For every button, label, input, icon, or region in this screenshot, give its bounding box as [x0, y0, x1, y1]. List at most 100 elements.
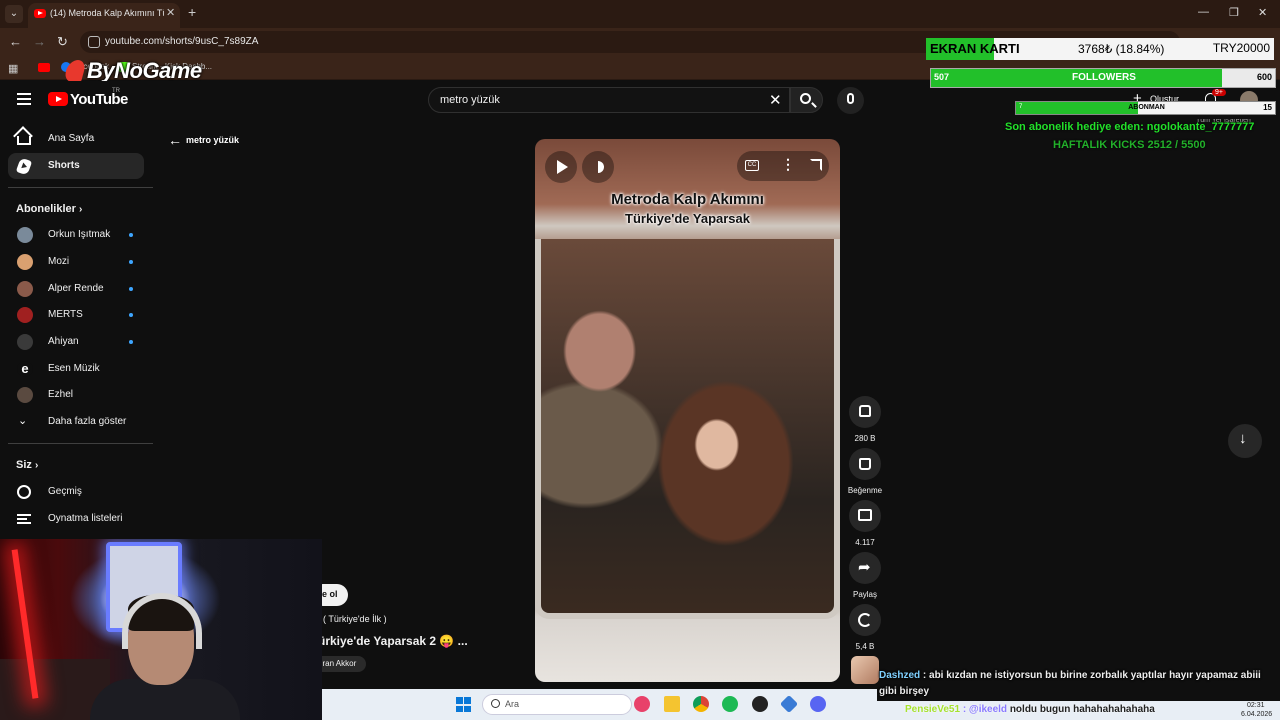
comments-button[interactable]	[849, 500, 881, 532]
sidebar-item-subscription[interactable]: Ezhel	[8, 382, 144, 408]
new-content-dot	[129, 260, 133, 264]
sidebar-item-label: Geçmiş	[48, 486, 82, 497]
sidebar-item-shorts[interactable]: Shorts	[8, 153, 144, 179]
search-icon	[491, 699, 500, 708]
sidebar-item-subscription[interactable]: Ahiyan	[8, 329, 144, 355]
taskbar-search-input[interactable]: Ara	[482, 694, 632, 715]
back-icon[interactable]: ←	[9, 34, 22, 49]
microphone-icon	[847, 93, 854, 104]
new-content-dot	[129, 313, 133, 317]
reload-icon[interactable]: ↻	[57, 34, 68, 50]
like-count: 280 B	[854, 434, 876, 443]
obs-icon[interactable]	[752, 696, 768, 712]
menu-icon[interactable]	[17, 93, 31, 105]
sidebar-item-label: Oynatma listeleri	[48, 513, 123, 524]
remix-icon	[858, 613, 872, 627]
subs-goal-target: 15	[1263, 103, 1272, 112]
browser-tab[interactable]: (14) Metroda Kalp Akımını Türk ✕	[28, 3, 180, 28]
sidebar-item-label: Orkun Işıtmak	[48, 229, 111, 240]
share-label: Paylaş	[852, 590, 877, 599]
search-button[interactable]	[790, 87, 823, 113]
windows-start-icon[interactable]	[456, 697, 471, 712]
fullscreen-icon[interactable]	[810, 159, 822, 171]
discord-icon[interactable]	[810, 696, 826, 712]
play-button[interactable]	[545, 151, 577, 183]
captions-icon[interactable]: CC	[745, 160, 759, 171]
sidebar-item-subscription[interactable]: Orkun Işıtmak	[8, 222, 144, 248]
donation-goal-value: 3768₺ (18.84%)	[1078, 42, 1165, 56]
sidebar-item-subscription[interactable]: e Esen Müzik	[8, 356, 144, 382]
chevron-down-icon: ⌄	[18, 415, 28, 427]
sidebar-item-subscription[interactable]: MERTS	[8, 302, 144, 328]
sidebar-item-label: Alper Rende	[48, 283, 104, 294]
sidebar-item-home[interactable]: Ana Sayfa	[8, 126, 144, 152]
chevron-right-icon: ›	[34, 460, 39, 471]
share-button[interactable]: ➦	[849, 552, 881, 584]
search-icon	[800, 93, 811, 104]
maximize-icon[interactable]: ❐	[1229, 6, 1239, 19]
next-video-button[interactable]: ↓	[1228, 424, 1262, 458]
close-tab-icon[interactable]: ✕	[166, 6, 175, 19]
voice-search-button[interactable]	[837, 87, 864, 114]
new-tab-icon[interactable]: +	[188, 4, 196, 20]
minimize-icon[interactable]: —	[1198, 6, 1209, 18]
playlist-icon	[17, 514, 31, 524]
sidebar-item-subscription[interactable]: Alper Rende	[8, 276, 144, 302]
channel-name-label: uran Akkor	[318, 659, 357, 668]
channel-avatar	[17, 281, 33, 297]
dislike-label: Beğenme	[847, 486, 883, 495]
dislike-button[interactable]	[849, 448, 881, 480]
browser-tab-bar: ⌄ (14) Metroda Kalp Akımını Türk ✕ + — ❐…	[0, 0, 1280, 28]
spotify-icon[interactable]	[722, 696, 738, 712]
subscriptions-heading[interactable]: Abonelikler ›	[16, 203, 82, 215]
arrow-left-icon: ←	[168, 132, 182, 148]
video-title[interactable]: ürkiye'de Yaparsak 2 😛 ...	[318, 634, 468, 648]
youtube-logo-icon[interactable]	[48, 92, 68, 106]
channel-avatar	[17, 307, 33, 323]
sidebar: Ana Sayfa Shorts Abonelikler › Orkun Işı…	[0, 119, 160, 539]
media-player-icon[interactable]	[634, 696, 650, 712]
sidebar-divider	[8, 187, 153, 188]
sidebar-divider	[8, 443, 153, 444]
clock-date: 6.04.2026	[1241, 711, 1273, 718]
forward-icon[interactable]: →	[33, 34, 46, 49]
chrome-icon[interactable]	[693, 696, 709, 712]
sidebar-item-subscription[interactable]: Mozi	[8, 249, 144, 275]
sidebar-item-label: Ahiyan	[48, 336, 79, 347]
clear-search-icon[interactable]: ✕	[769, 91, 782, 109]
tab-search-button[interactable]: ⌄	[5, 5, 23, 23]
remix-button[interactable]	[849, 604, 881, 636]
app-icon[interactable]	[779, 694, 799, 714]
sidebar-item-history[interactable]: Geçmiş	[8, 479, 144, 505]
followers-goal-label: FOLLOWERS	[1072, 72, 1136, 83]
chat-message: Dashzed : abi kızdan ne istiyorsun bu bi…	[879, 668, 1279, 700]
new-content-dot	[129, 233, 133, 237]
sidebar-item-show-more[interactable]: ⌄ Daha fazla göster	[8, 409, 144, 435]
chat-text: noldu bugun hahahahahahaha	[1009, 704, 1155, 715]
you-heading[interactable]: Siz ›	[16, 459, 38, 471]
bynogame-logo-text: ByNoGame	[87, 58, 202, 83]
sidebar-item-playlists[interactable]: Oynatma listeleri	[8, 506, 144, 532]
sound-thumbnail[interactable]	[851, 656, 879, 684]
comment-count: 4.117	[855, 538, 875, 547]
search-input[interactable]: metro yüzük ✕	[428, 87, 790, 113]
more-options-icon[interactable]: ⋮	[781, 156, 795, 173]
remix-count: 5,4 B	[855, 642, 875, 651]
webcam-overlay	[0, 539, 322, 720]
channel-avatar	[17, 227, 33, 243]
youtube-favicon-icon	[34, 9, 46, 18]
shorts-video-player[interactable]: Metroda Kalp Akımını Türkiye'de Yaparsak…	[535, 139, 840, 682]
subs-current: 7	[1019, 104, 1023, 110]
apps-grid-icon[interactable]: ▦	[8, 62, 18, 75]
site-info-icon[interactable]	[88, 36, 100, 48]
home-icon	[17, 136, 31, 145]
file-explorer-icon[interactable]	[664, 696, 680, 712]
channel-avatar	[17, 254, 33, 270]
close-window-icon[interactable]: ✕	[1258, 6, 1267, 19]
chat-message-row: PensieVe51 : @ikeeld noldu bugun hahahah…	[877, 701, 1280, 720]
like-button[interactable]	[849, 396, 881, 428]
youtube-bookmark-icon[interactable]	[38, 63, 50, 72]
share-icon: ➦	[858, 559, 871, 576]
volume-button[interactable]	[582, 151, 614, 183]
comment-icon	[858, 509, 872, 521]
